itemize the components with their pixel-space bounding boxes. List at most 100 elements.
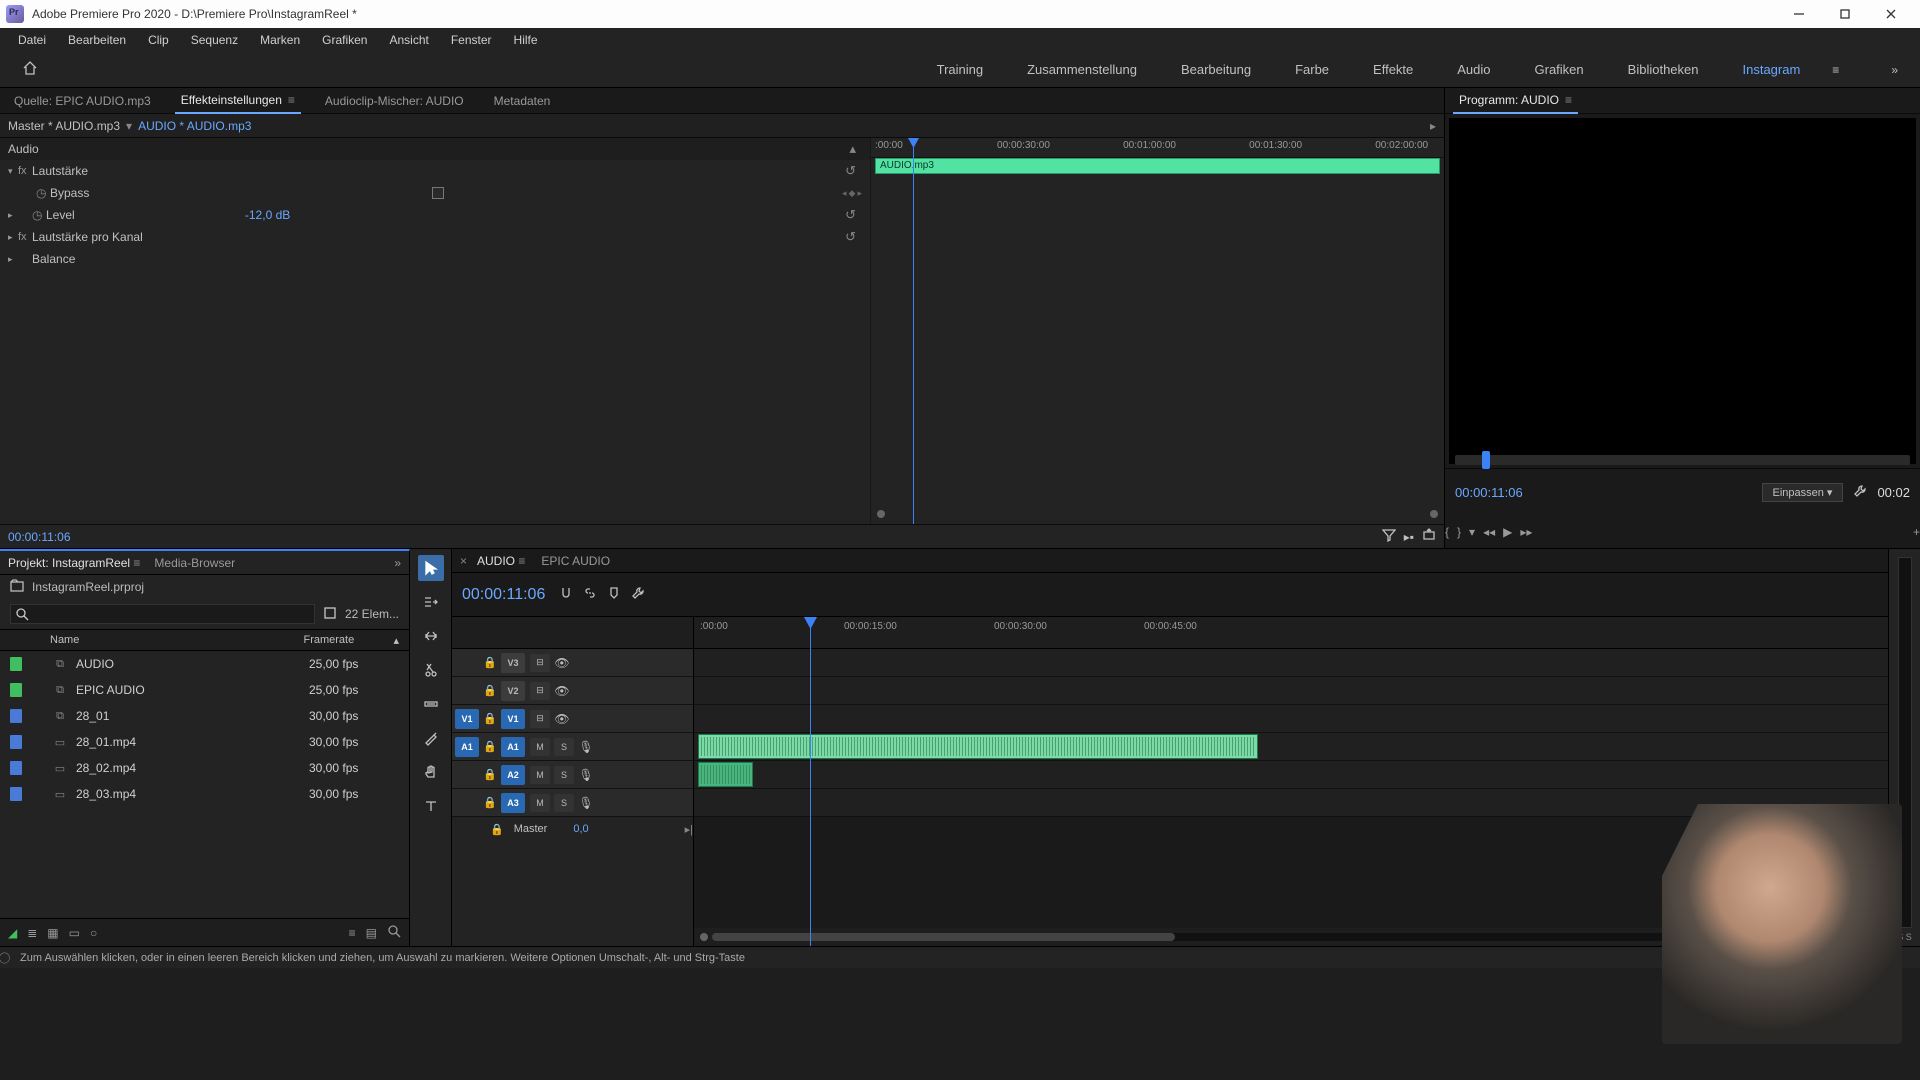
tab-effekteinstellungen[interactable]: Effekteinstellungen≡ xyxy=(175,88,301,114)
workspace-training[interactable]: Training xyxy=(915,54,1005,85)
workspace-bearbeitung[interactable]: Bearbeitung xyxy=(1159,54,1273,85)
project-item[interactable]: ▭ 28_03.mp4 30,00 fps xyxy=(0,781,409,807)
toggle-output-icon[interactable]: 👁 xyxy=(552,684,572,698)
workspace-effekte[interactable]: Effekte xyxy=(1351,54,1435,85)
zoom-handle-right[interactable] xyxy=(1430,510,1438,518)
lock-icon[interactable]: 🔒 xyxy=(482,684,498,697)
audio-clip-a2[interactable] xyxy=(698,762,753,787)
home-icon[interactable] xyxy=(12,54,48,85)
level-value[interactable]: -12,0 dB xyxy=(245,208,290,222)
scroll-thumb[interactable] xyxy=(712,933,1175,941)
add-marker-icon[interactable]: ▾ xyxy=(1469,525,1475,539)
selection-tool-icon[interactable] xyxy=(418,555,444,581)
close-button[interactable] xyxy=(1868,0,1914,28)
lock-icon[interactable]: 🔒 xyxy=(482,768,498,781)
voiceover-icon[interactable]: 🎙 xyxy=(576,740,596,754)
timeline-timecode[interactable]: 00:00:11:06 xyxy=(462,586,545,604)
next-keyframe-icon[interactable]: ▸ xyxy=(857,188,862,199)
mini-clip[interactable]: AUDIO.mp3 xyxy=(875,158,1440,174)
solo-button[interactable]: S xyxy=(554,766,574,784)
sync-lock-icon[interactable]: ⊟ xyxy=(530,654,550,672)
source-patch[interactable] xyxy=(455,681,479,701)
razor-tool-icon[interactable] xyxy=(418,657,444,683)
tab-programm[interactable]: Programm: AUDIO≡ xyxy=(1453,88,1578,114)
zoom-handle-left[interactable] xyxy=(700,933,708,941)
master-value[interactable]: 0,0 xyxy=(573,823,588,835)
pen-tool-icon[interactable] xyxy=(418,725,444,751)
step-back-icon[interactable]: ◂◂ xyxy=(1483,525,1495,539)
mute-button[interactable]: M xyxy=(530,738,550,756)
timeline-playhead[interactable] xyxy=(810,617,811,946)
sequence-tab-epic[interactable]: EPIC AUDIO xyxy=(541,554,610,568)
zoom-select[interactable]: Einpassen ▾ xyxy=(1762,483,1844,502)
project-item[interactable]: ⧉ EPIC AUDIO 25,00 fps xyxy=(0,677,409,703)
prop-level[interactable]: ▸ ◷ Level -12,0 dB ↺ xyxy=(0,204,870,226)
maximize-button[interactable] xyxy=(1822,0,1868,28)
snap-icon[interactable] xyxy=(559,586,573,603)
mark-out-icon[interactable]: } xyxy=(1457,525,1461,539)
lock-icon[interactable]: 🔒 xyxy=(482,796,498,809)
new-item-icon[interactable] xyxy=(323,606,337,623)
project-item[interactable]: ⧉ AUDIO 25,00 fps xyxy=(0,651,409,677)
video-track-header[interactable]: 🔒 V2 ⊟ 👁 xyxy=(452,677,693,705)
master-track[interactable]: 🔒 Master 0,0 ▸| xyxy=(452,817,693,841)
track-v2-lane[interactable] xyxy=(694,677,1888,705)
export-frame-icon[interactable] xyxy=(1422,528,1436,545)
lock-icon[interactable]: 🔒 xyxy=(482,656,498,669)
track-target[interactable]: V2 xyxy=(501,681,525,701)
track-target[interactable]: V1 xyxy=(501,709,525,729)
track-a2-lane[interactable] xyxy=(694,761,1888,789)
minimize-button[interactable] xyxy=(1776,0,1822,28)
zoom-handle-left[interactable] xyxy=(877,510,885,518)
source-patch[interactable] xyxy=(455,793,479,813)
panel-overflow-icon[interactable]: » xyxy=(394,556,401,570)
source-patch[interactable] xyxy=(455,653,479,673)
panel-menu-icon[interactable]: ≡ xyxy=(1565,94,1572,106)
tab-audioclipmischer[interactable]: Audioclip-Mischer: AUDIO xyxy=(319,89,470,113)
menu-grafiken[interactable]: Grafiken xyxy=(312,30,377,50)
workspace-grafiken[interactable]: Grafiken xyxy=(1513,54,1606,85)
track-a1-lane[interactable] xyxy=(694,733,1888,761)
track-v1-lane[interactable] xyxy=(694,705,1888,733)
audio-track-header[interactable]: A1 🔒 A1 M S 🎙 xyxy=(452,733,693,761)
project-item[interactable]: ▭ 28_02.mp4 30,00 fps xyxy=(0,755,409,781)
source-patch[interactable] xyxy=(455,765,479,785)
menu-sequenz[interactable]: Sequenz xyxy=(181,30,248,50)
mini-timeline-play-icon[interactable]: ▸ xyxy=(1430,119,1436,133)
audio-track-header[interactable]: 🔒 A2 M S 🎙 xyxy=(452,761,693,789)
tag-icon[interactable]: ◢ xyxy=(8,926,17,940)
program-timecode[interactable]: 00:00:11:06 xyxy=(1455,485,1523,500)
sort-icon[interactable]: ▴ xyxy=(393,634,399,647)
menu-marken[interactable]: Marken xyxy=(250,30,310,50)
linked-selection-icon[interactable] xyxy=(583,586,597,603)
track-select-tool-icon[interactable] xyxy=(418,589,444,615)
solo-button[interactable]: S xyxy=(554,738,574,756)
reset-icon[interactable]: ↺ xyxy=(845,229,862,245)
tab-projekt[interactable]: Projekt: InstagramReel ≡ xyxy=(8,556,140,570)
wrench-icon[interactable] xyxy=(1853,484,1867,501)
timeline-ruler[interactable]: :00:00 00:00:15:00 00:00:30:00 00:00:45:… xyxy=(694,617,1888,649)
reset-icon[interactable]: ↺ xyxy=(845,163,862,179)
column-framerate[interactable]: Framerate xyxy=(303,634,393,646)
project-item[interactable]: ⧉ 28_01 30,00 fps xyxy=(0,703,409,729)
tab-mediabrowser[interactable]: Media-Browser xyxy=(154,556,235,570)
sequence-tab-audio[interactable]: AUDIO ≡ xyxy=(477,554,525,568)
zoom-slider[interactable]: ○ xyxy=(90,926,97,940)
workspace-overflow-icon[interactable]: » xyxy=(1879,57,1910,83)
prop-bypass[interactable]: ◷ Bypass ◂◆▸ xyxy=(0,182,870,204)
workspace-zusammen[interactable]: Zusammenstellung xyxy=(1005,54,1159,85)
menu-clip[interactable]: Clip xyxy=(138,30,179,50)
menu-datei[interactable]: Datei xyxy=(8,30,56,50)
source-patch[interactable]: A1 xyxy=(455,737,479,757)
source-patch[interactable]: V1 xyxy=(455,709,479,729)
hand-tool-icon[interactable] xyxy=(418,759,444,785)
sync-lock-icon[interactable]: ⊟ xyxy=(530,682,550,700)
timeline-settings-icon[interactable] xyxy=(631,586,645,603)
tab-metadaten[interactable]: Metadaten xyxy=(488,89,557,113)
panel-menu-icon[interactable]: ≡ xyxy=(288,94,295,106)
master-clip-label[interactable]: Master * AUDIO.mp3 xyxy=(8,119,120,133)
goto-end-icon[interactable]: ▸| xyxy=(685,823,693,836)
workspace-audio[interactable]: Audio xyxy=(1435,54,1512,85)
workspace-bibliotheken[interactable]: Bibliotheken xyxy=(1606,54,1721,85)
panel-menu-icon[interactable]: ≡ xyxy=(518,555,525,567)
